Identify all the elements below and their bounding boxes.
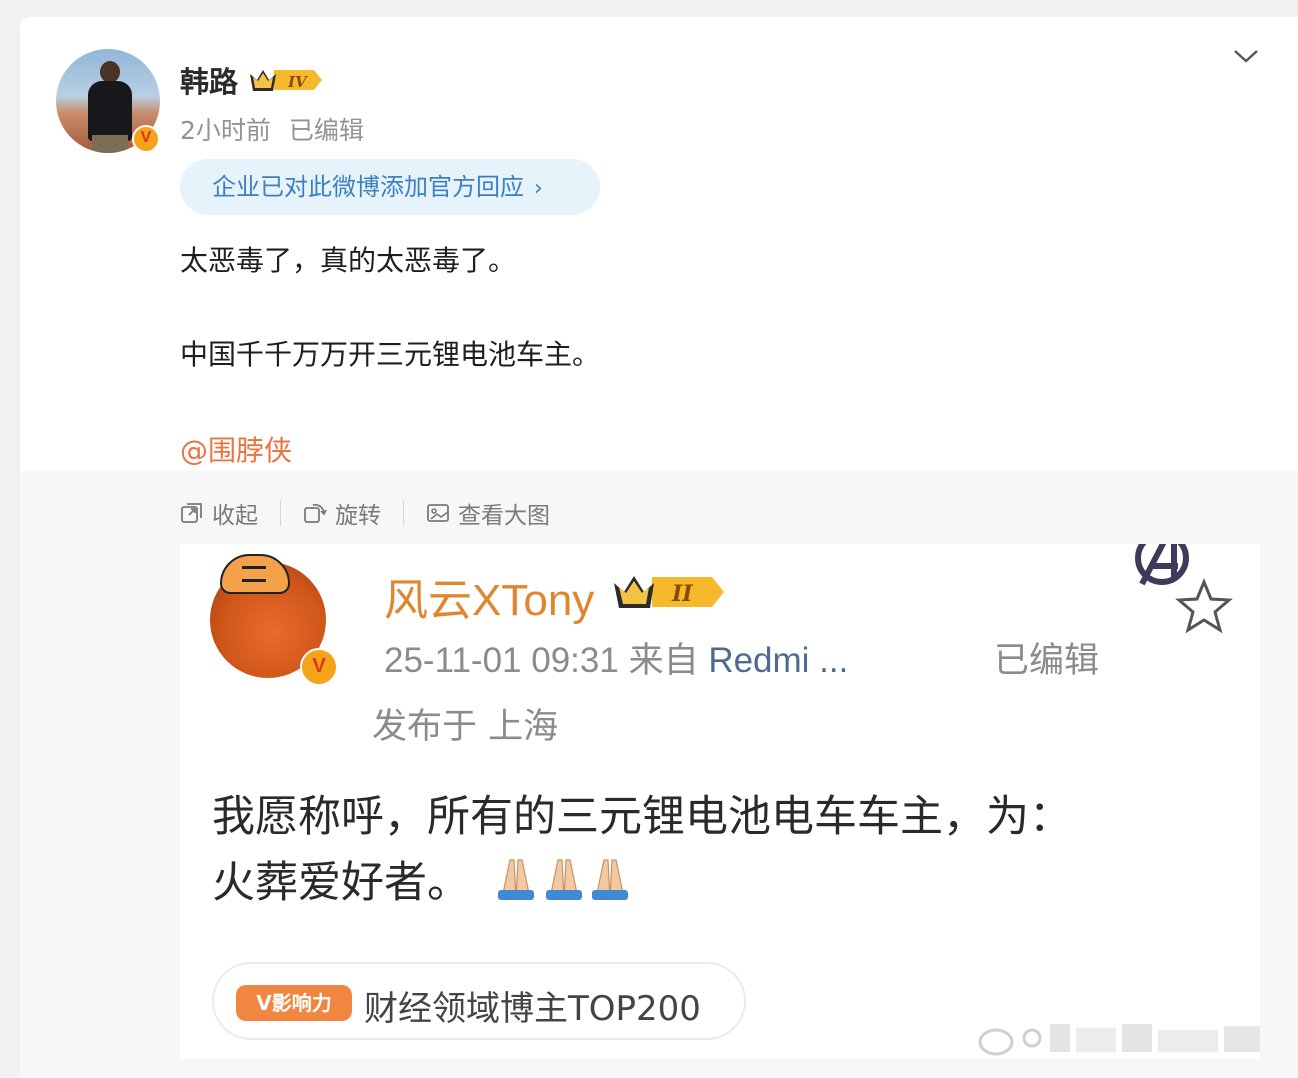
rotate-label: 旋转 <box>335 503 381 529</box>
level-badge-icon[interactable]: IV <box>248 65 326 99</box>
influence-badge: V影响力 <box>236 985 352 1021</box>
avatar-person-head <box>100 61 120 83</box>
screenshot-text-line-2: 火葬爱好者。 <box>212 858 470 908</box>
influence-tag-text: 财经领域博主TOP200 <box>364 989 701 1029</box>
author-name[interactable]: 韩路 <box>180 59 238 101</box>
post-text-line-1: 太恶毒了，真的太恶毒了。 <box>180 244 517 277</box>
screenshot-location: 发布于 上海 <box>372 707 559 747</box>
screenshot-username: 风云XTony <box>384 576 595 625</box>
post-meta: 2小时前 已编辑 <box>180 111 364 147</box>
official-response-pill[interactable]: 企业已对此微博添加官方回应 › <box>180 159 600 215</box>
screenshot-edited-label: 已编辑 <box>994 641 1100 681</box>
rotate-icon <box>304 503 327 523</box>
screenshot-level-badge-icon: II <box>612 570 730 618</box>
screenshot-text-line-2-wrap: 火葬爱好者。 <box>212 850 1212 919</box>
screenshot-meta: 25-11-01 09:31 来自 Redmi ... <box>384 632 848 683</box>
verified-badge: V <box>132 125 160 153</box>
screenshot-level-badge-text: II <box>671 581 693 607</box>
toolbar-divider <box>403 500 404 526</box>
screenshot-datetime: 25-11-01 09:31 <box>384 641 619 680</box>
weibo-post-card: V 韩路 IV 2小时前 已编辑 企业已对此微博添加官方回应 › 太恶毒了，真的太恶… <box>20 17 1298 1078</box>
official-response-text: 企业已对此微博添加官方回应 <box>212 173 524 201</box>
avatar-person-legs <box>92 135 128 153</box>
mention-link[interactable]: @围脖侠 <box>180 429 292 469</box>
watermark-icon <box>978 1024 1260 1056</box>
level-badge-text: IV <box>287 73 308 91</box>
chevron-right-icon: › <box>534 176 543 201</box>
image-toolbar: 收起 旋转 查看大图 <box>180 497 550 529</box>
collapse-label: 收起 <box>212 503 258 529</box>
post-time[interactable]: 2小时前 <box>180 116 271 145</box>
screenshot-from-label: 来自 <box>628 641 699 680</box>
view-large-label: 查看大图 <box>458 503 550 529</box>
image-gallery: 收起 旋转 查看大图 V 风云XTony II 25-11-01 09:31 来… <box>20 471 1298 1078</box>
screenshot-client: Redmi ... <box>708 641 849 680</box>
view-large-icon <box>427 504 449 522</box>
screenshot-text-line-1: 我愿称呼，所有的三元锂电池电车车主，为： <box>212 792 1072 842</box>
prayer-hands-icon <box>490 853 632 919</box>
screenshot-influence-tag: V影响力 财经领域博主TOP200 <box>212 962 746 1040</box>
tiger-sticker-icon <box>220 554 290 594</box>
edited-label[interactable]: 已编辑 <box>289 116 364 145</box>
screenshot-post-text: 我愿称呼，所有的三元锂电池电车车主，为： 火葬爱好者。 <box>212 784 1212 919</box>
star-icon <box>1175 578 1233 634</box>
chevron-down-icon[interactable] <box>1232 45 1260 65</box>
post-text-line-2: 中国千千万万开三元锂电池车主。 <box>180 338 601 371</box>
avatar-person-body <box>88 81 132 141</box>
post-image-screenshot[interactable]: V 风云XTony II 25-11-01 09:31 来自 Redmi ...… <box>180 544 1260 1059</box>
collapse-icon <box>181 503 202 523</box>
rotate-button[interactable]: 旋转 <box>303 496 381 530</box>
toolbar-divider <box>280 500 281 526</box>
view-large-button[interactable]: 查看大图 <box>426 496 550 530</box>
collapse-button[interactable]: 收起 <box>180 496 258 530</box>
screenshot-verified-badge: V <box>300 648 338 686</box>
